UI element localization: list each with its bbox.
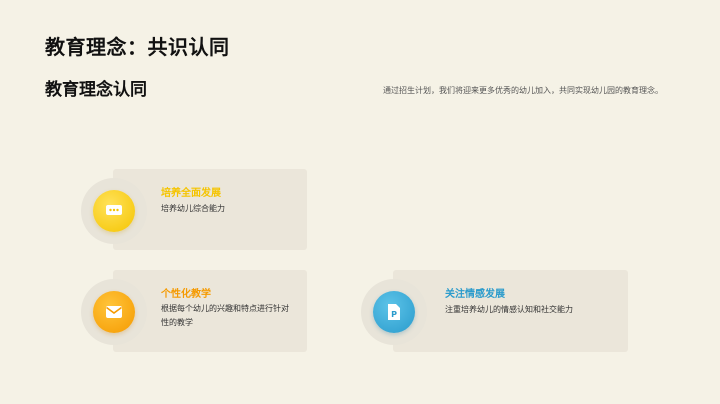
slide: 教育理念：共识认同 教育理念认同 通过招生计划，我们将迎来更多优秀的幼儿加入，共… [0, 0, 720, 404]
card-icon-ring [81, 178, 147, 244]
card-text: 根据每个幼儿的兴趣和特点进行针对性的教学 [161, 304, 289, 327]
card-title: 培养全面发展 [161, 188, 221, 199]
document-p-icon: P [373, 291, 415, 333]
chat-bubble-icon [93, 190, 135, 232]
card-icon-ring: P [361, 279, 427, 345]
card-text: 注重培养幼儿的情感认知和社交能力 [445, 305, 573, 314]
card-title: 个性化教学 [161, 289, 211, 300]
card-icon-ring [81, 279, 147, 345]
card-title: 关注情感发展 [445, 289, 505, 300]
card-emotional-development: 关注情感发展 注重培养幼儿的情感认知和社交能力 [393, 270, 628, 352]
document-letter: P [391, 310, 397, 319]
mail-icon [93, 291, 135, 333]
card-text: 培养幼儿综合能力 [161, 204, 225, 213]
slide-title: 教育理念：共识认同 [45, 35, 230, 59]
slide-subtitle: 教育理念认同 [45, 80, 147, 100]
slide-description: 通过招生计划，我们将迎来更多优秀的幼儿加入，共同实现幼儿园的教育理念。 [383, 86, 663, 95]
